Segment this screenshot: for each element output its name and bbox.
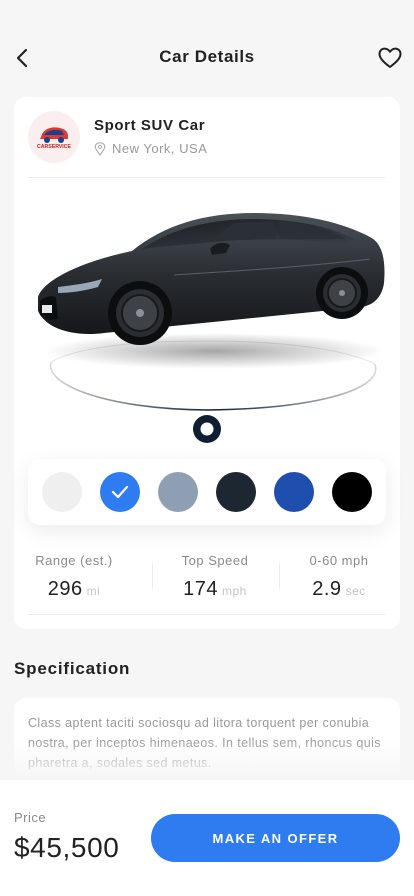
stat-range: Range (est.) 296 mi [10,553,138,601]
stat-unit: mi [86,584,101,598]
color-swatch[interactable] [158,472,198,512]
stat-value: 296 mi [10,578,138,601]
location: New York, USA [94,141,207,156]
stat-number: 174 [183,578,219,600]
favorite-button[interactable] [376,44,404,72]
color-swatch[interactable] [274,472,314,512]
header: Car Details [0,0,414,96]
stats-row: Range (est.) 296 mi Top Speed 174 mph 0-60… [14,545,400,615]
page-title: Car Details [159,47,255,66]
stat-label: 0-60 mph [309,553,369,568]
price-value: $45,500 [14,832,120,863]
color-swatch[interactable] [100,472,140,512]
location-pin-icon [94,141,106,156]
stat-number: 2.9 [312,578,342,600]
bottom-bar: Price $45,500 MAKE AN OFFER [0,780,414,896]
scroll-fade [0,740,414,780]
price-label: Price [14,810,47,825]
heart-outline-icon [378,47,402,68]
stat-number: 296 [47,578,83,600]
stat-unit: mph [222,584,247,598]
car-viewer[interactable] [14,179,400,449]
checkmark-icon [111,485,129,499]
color-picker [28,459,386,525]
location-text: New York, USA [112,141,208,156]
car-name: Sport SUV Car [94,117,206,134]
divider [28,614,386,615]
svg-text:CARSERVICE: CARSERVICE [37,144,71,150]
car-service-logo-icon: CARSERVICE [37,127,71,150]
car-image [38,213,385,443]
color-swatch[interactable] [42,472,82,512]
car-card: CARSERVICE Sport SUV Car New York, USA R… [14,97,400,629]
stat-value: 2.9 sec [275,578,403,601]
divider [28,177,386,178]
make-offer-button[interactable]: MAKE AN OFFER [151,814,400,862]
brand-row: CARSERVICE Sport SUV Car New York, USA [14,97,400,177]
stat-value: 174 mph [151,578,279,601]
stat-unit: sec [345,584,366,598]
stat-top-speed: Top Speed 174 mph [151,553,279,601]
color-swatch[interactable] [216,472,256,512]
color-swatch[interactable] [332,472,372,512]
brand-logo: CARSERVICE [28,111,80,163]
stat-acceleration: 0-60 mph 2.9 sec [275,553,403,601]
stat-label: Top Speed [181,553,249,568]
stat-label: Range (est.) [35,553,113,568]
specification-heading: Specification [14,659,131,678]
